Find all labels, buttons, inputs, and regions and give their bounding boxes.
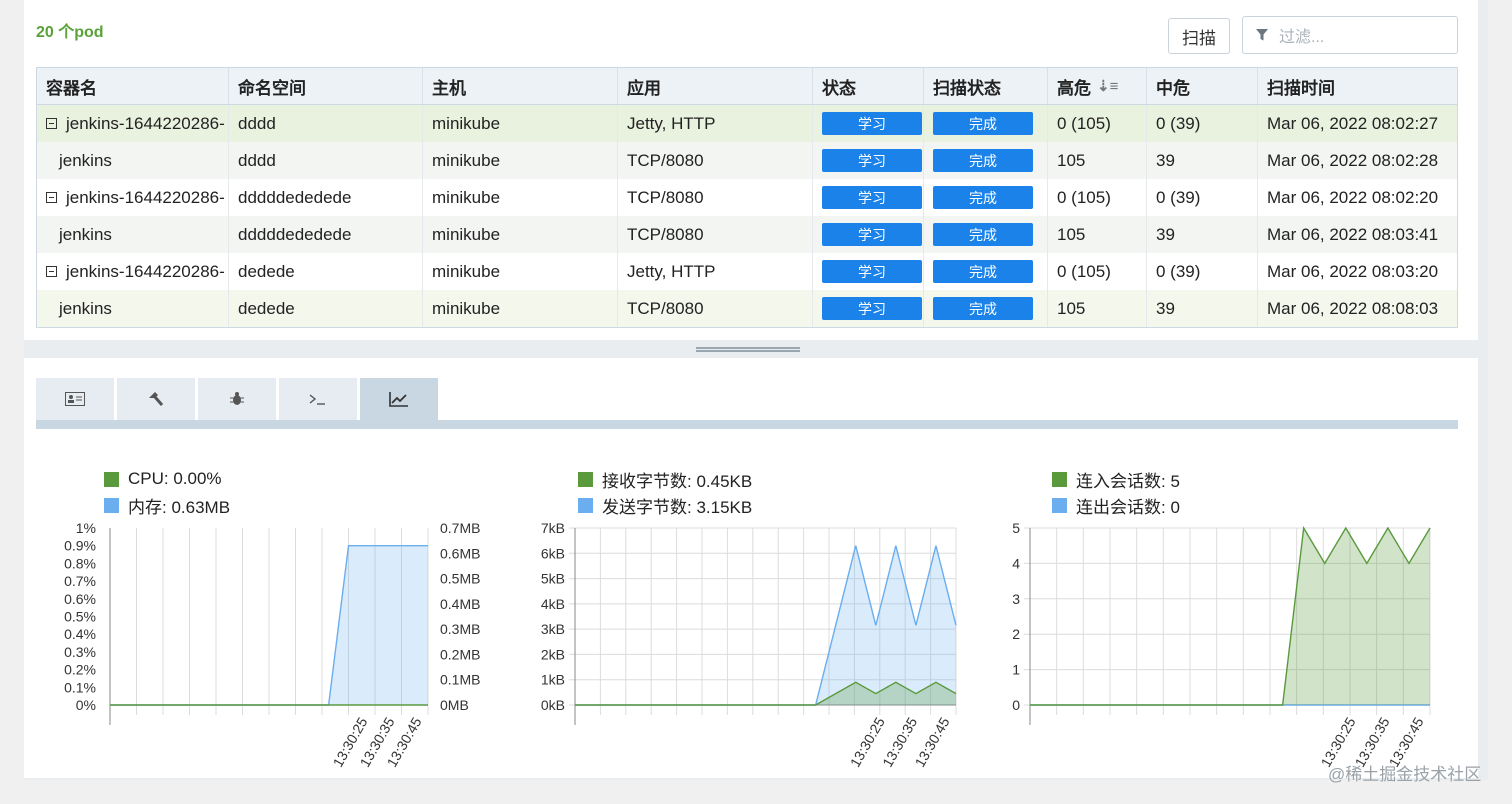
- y-right-tick-label: 0.6MB: [440, 545, 480, 561]
- y-tick-label: 0.3%: [64, 644, 96, 660]
- y-tick-label: 5: [1012, 520, 1020, 536]
- y-tick-label: 0.5%: [64, 609, 96, 625]
- y-tick-label: 7kB: [541, 520, 565, 536]
- y-right-tick-label: 0.3MB: [440, 621, 480, 637]
- y-tick-label: 0.8%: [64, 555, 96, 571]
- y-tick-label: 0%: [76, 697, 96, 713]
- y-tick-label: 2: [1012, 626, 1020, 642]
- y-right-tick-label: 0.2MB: [440, 646, 480, 662]
- y-tick-label: 4: [1012, 555, 1020, 571]
- y-tick-label: 0.7%: [64, 573, 96, 589]
- metrics-charts: 1% 0.9%0.8% 0.7% 0.6% 0.5%0.4% 0.3% 0.2%0.1% 0%…: [64, 520, 1431, 770]
- y-tick-label: 3kB: [541, 621, 565, 637]
- series-area-1: [575, 545, 956, 705]
- watermark: @稀土掘金技术社区: [1328, 765, 1482, 784]
- y-tick-label: 0.1%: [64, 679, 96, 695]
- series-area-0: [1030, 528, 1430, 705]
- y-tick-label: 0.4%: [64, 626, 96, 642]
- y-tick-label: 0: [1012, 697, 1020, 713]
- series-area-0: [575, 682, 956, 705]
- y-tick-label: 6kB: [541, 545, 565, 561]
- y-right-tick-label: 0.5MB: [440, 571, 480, 587]
- y-tick-label: 1%: [76, 520, 96, 536]
- y-right-tick-label: 0.4MB: [440, 596, 480, 612]
- y-right-tick-label: 0.7MB: [440, 520, 480, 536]
- y-right-tick-label: 0.1MB: [440, 672, 480, 688]
- y-tick-label: 5kB: [541, 571, 565, 587]
- y-right-tick-label: 0MB: [440, 697, 469, 713]
- y-tick-label: 0kB: [541, 697, 565, 713]
- y-tick-label: 3: [1012, 591, 1020, 607]
- y-tick-label: 2kB: [541, 646, 565, 662]
- y-tick-label: 1kB: [541, 672, 565, 688]
- y-tick-label: 4kB: [541, 596, 565, 612]
- y-tick-label: 0.2%: [64, 662, 96, 678]
- y-tick-label: 1: [1012, 662, 1020, 678]
- y-tick-label: 0.6%: [64, 591, 96, 607]
- y-tick-label: 0.9%: [64, 538, 96, 554]
